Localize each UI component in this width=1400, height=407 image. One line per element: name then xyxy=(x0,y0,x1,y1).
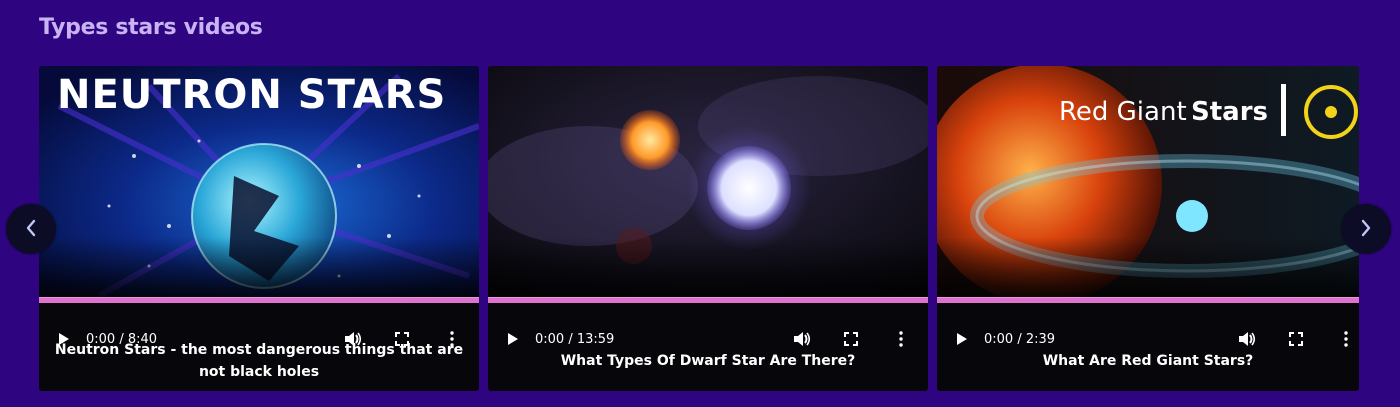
video-caption: Neutron Stars - the most dangerous thing… xyxy=(54,341,464,380)
chevron-left-icon xyxy=(25,215,37,243)
video-player-dwarf-stars[interactable] xyxy=(488,66,928,297)
video-progress-bar[interactable] xyxy=(488,297,928,303)
chevron-right-icon xyxy=(1360,215,1372,243)
section-title: Types stars videos xyxy=(39,15,263,40)
video-progress-bar[interactable] xyxy=(39,297,479,303)
carousel-next-button[interactable] xyxy=(1341,204,1391,254)
video-caption: What Types Of Dwarf Star Are There? xyxy=(560,352,856,369)
carousel-prev-button[interactable] xyxy=(6,204,56,254)
thumbnail-title-bold: Stars xyxy=(1191,97,1268,127)
video-card-neutron-stars: NEUTRON STARS 0:00 / 8:40 Neutron Stars … xyxy=(39,66,479,391)
video-card-dwarf-stars: 0:00 / 13:59 What Types Of Dwarf Star Ar… xyxy=(488,66,928,391)
video-caption: What Are Red Giant Stars? xyxy=(1042,352,1254,369)
thumbnail-title: NEUTRON STARS xyxy=(57,72,446,118)
thumbnail-title-light: Red Giant xyxy=(1059,97,1187,127)
video-player-red-giant-stars[interactable]: Red Giant Stars xyxy=(937,66,1359,297)
video-card-red-giant-stars: Red Giant Stars 0:00 / 2:39 What Are Red… xyxy=(937,66,1359,391)
video-progress-bar[interactable] xyxy=(937,297,1359,303)
video-player-neutron-stars[interactable]: NEUTRON STARS xyxy=(39,66,479,297)
